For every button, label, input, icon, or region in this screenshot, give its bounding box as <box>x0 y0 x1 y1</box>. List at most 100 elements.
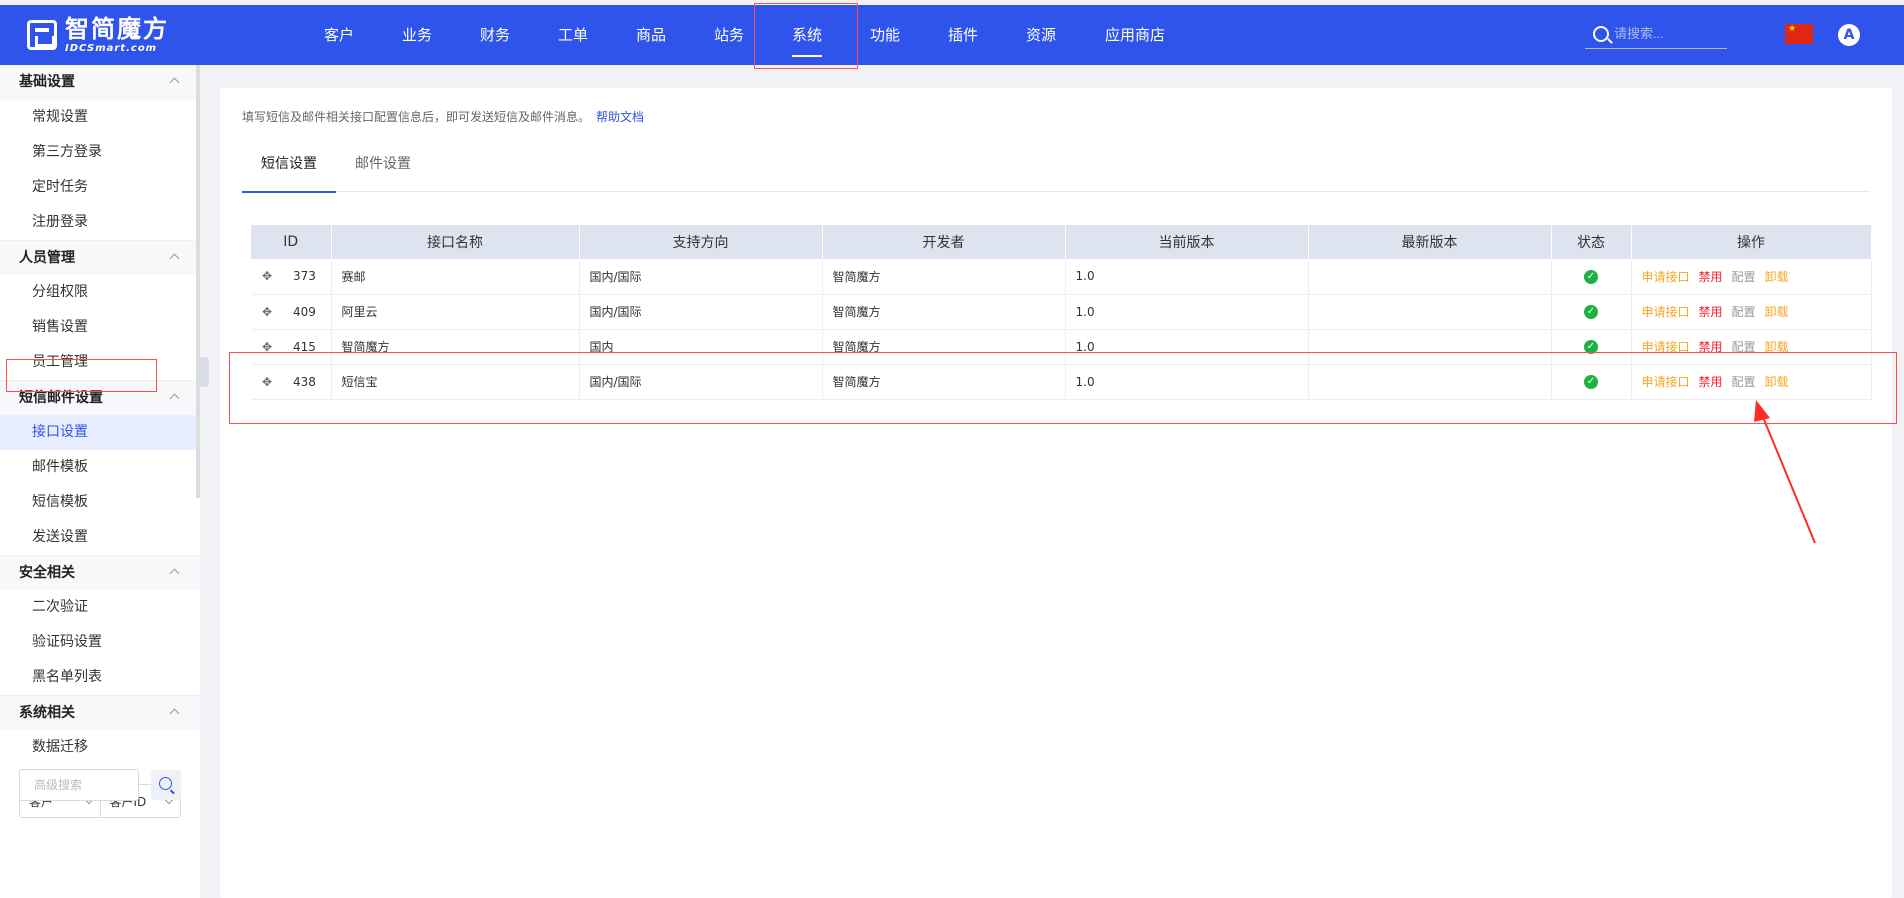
sidebar-item[interactable]: 接口设置 <box>0 415 200 450</box>
logo[interactable]: 智简魔方 IDCSmart.com <box>27 17 169 53</box>
sidebar-item[interactable]: 黑名单列表 <box>0 660 200 695</box>
config-link[interactable]: 配置 <box>1732 270 1756 284</box>
chevron-up-icon <box>169 708 180 719</box>
sidebar-group-label: 短信邮件设置 <box>19 390 103 406</box>
uninstall-link[interactable]: 卸载 <box>1765 270 1789 284</box>
chevron-up-icon <box>169 393 180 404</box>
sidebar-item[interactable]: 定时任务 <box>0 170 200 205</box>
sidebar-item[interactable]: 短信模板 <box>0 485 200 520</box>
nav-item[interactable]: 商品 <box>612 5 690 65</box>
check-circle-icon: ✓ <box>1584 374 1598 389</box>
sidebar-group-label: 安全相关 <box>19 565 75 581</box>
help-doc-link[interactable]: 帮助文档 <box>596 110 644 124</box>
advanced-search-input[interactable] <box>19 769 139 801</box>
sidebar-item[interactable]: 邮件模板 <box>0 450 200 485</box>
nav-item[interactable]: 站务 <box>690 5 768 65</box>
apply-interface-link[interactable]: 申请接口 <box>1642 270 1690 284</box>
disable-link[interactable]: 禁用 <box>1699 340 1723 354</box>
sidebar-item[interactable]: 验证码设置 <box>0 625 200 660</box>
column-header: 操作 <box>1631 225 1872 259</box>
uninstall-link[interactable]: 卸载 <box>1765 305 1789 319</box>
table-row: ✥ 409 阿里云 国内/国际 智简魔方 1.0 ✓ 申请接口 禁用 配置 卸载 <box>251 294 1872 330</box>
sidebar-item[interactable]: 常规设置 <box>0 100 200 135</box>
nav-item[interactable]: 财务 <box>456 5 534 65</box>
cell-latest-version <box>1308 329 1552 365</box>
sidebar-group-title[interactable]: 短信邮件设置 <box>0 380 200 415</box>
sidebar-group-label: 基础设置 <box>19 74 75 90</box>
search-icon <box>1593 25 1609 42</box>
tab[interactable]: 短信设置 <box>242 136 336 193</box>
cell-direction: 国内/国际 <box>579 294 823 330</box>
cell-name: 阿里云 <box>331 294 580 330</box>
sidebar-collapse-handle[interactable] <box>200 357 209 387</box>
cell-version: 1.0 <box>1065 259 1309 295</box>
nav-item[interactable]: 资源 <box>1002 5 1080 65</box>
drag-handle-icon[interactable]: ✥ <box>261 375 273 389</box>
sidebar-item[interactable]: 员工管理 <box>0 345 200 380</box>
apply-interface-link[interactable]: 申请接口 <box>1642 340 1690 354</box>
table-row: ✥ 373 赛邮 国内/国际 智简魔方 1.0 ✓ 申请接口 禁用 配置 卸载 <box>251 259 1872 295</box>
disable-link[interactable]: 禁用 <box>1699 305 1723 319</box>
config-link[interactable]: 配置 <box>1732 305 1756 319</box>
global-search[interactable] <box>1585 19 1727 49</box>
sidebar-group-title[interactable]: 系统相关 <box>0 695 200 730</box>
column-header: 当前版本 <box>1065 225 1309 259</box>
uninstall-link[interactable]: 卸载 <box>1765 340 1789 354</box>
logo-subtext: IDCSmart.com <box>65 42 158 54</box>
drag-handle-icon[interactable]: ✥ <box>261 269 273 283</box>
sidebar-item[interactable]: 发送设置 <box>0 520 200 555</box>
sidebar-item[interactable]: 第三方登录 <box>0 135 200 170</box>
main-content: 填写短信及邮件相关接口配置信息后，即可发送短信及邮件消息。 帮助文档 短信设置 邮件… <box>220 88 1892 898</box>
sidebar-item[interactable]: 销售设置 <box>0 310 200 345</box>
chevron-up-icon <box>169 253 180 264</box>
main-nav: 客户 业务 财务 工单 商品 站务 系统 功能 插件 资源 应用商店 <box>300 5 1190 65</box>
apply-interface-link[interactable]: 申请接口 <box>1642 375 1690 389</box>
nav-item[interactable]: 插件 <box>924 5 1002 65</box>
uninstall-link[interactable]: 卸载 <box>1765 375 1789 389</box>
cell-id: 409 <box>293 304 316 319</box>
disable-link[interactable]: 禁用 <box>1699 375 1723 389</box>
column-header: 开发者 <box>822 225 1066 259</box>
sidebar-item[interactable]: 分组权限 <box>0 275 200 310</box>
sidebar-scrollbar[interactable] <box>196 65 200 498</box>
sidebar-item[interactable]: 数据迁移 <box>0 730 200 765</box>
nav-item[interactable]: 业务 <box>378 5 456 65</box>
nav-item[interactable]: 功能 <box>846 5 924 65</box>
disable-link[interactable]: 禁用 <box>1699 270 1723 284</box>
sidebar-group-title[interactable]: 安全相关 <box>0 555 200 590</box>
cell-status: ✓ <box>1551 364 1632 400</box>
avatar[interactable]: A <box>1838 24 1860 46</box>
nav-item[interactable]: 工单 <box>534 5 612 65</box>
logo-text: 智简魔方 <box>65 14 169 43</box>
nav-item[interactable]: 客户 <box>300 5 378 65</box>
cell-direction: 国内/国际 <box>579 259 823 295</box>
cell-id: 438 <box>293 374 316 389</box>
check-circle-icon: ✓ <box>1584 304 1598 319</box>
sidebar-item[interactable]: 注册登录 <box>0 205 200 240</box>
search-input[interactable] <box>1614 26 1724 41</box>
table-row: ✥ 415 智简魔方 国内 智简魔方 1.0 ✓ 申请接口 禁用 配置 卸载 <box>251 329 1872 365</box>
column-header: ID <box>251 225 332 259</box>
advanced-search-button[interactable] <box>151 770 181 800</box>
tab[interactable]: 邮件设置 <box>336 136 430 192</box>
cell-developer: 智简魔方 <box>822 364 1066 400</box>
column-header: 最新版本 <box>1308 225 1552 259</box>
config-link[interactable]: 配置 <box>1732 375 1756 389</box>
nav-item[interactable]: 系统 <box>768 5 846 65</box>
nav-item[interactable]: 应用商店 <box>1080 5 1190 65</box>
cell-version: 1.0 <box>1065 294 1309 330</box>
cell-version: 1.0 <box>1065 364 1309 400</box>
cell-actions: 申请接口 禁用 配置 卸载 <box>1631 329 1872 365</box>
cell-actions: 申请接口 禁用 配置 卸载 <box>1631 364 1872 400</box>
drag-handle-icon[interactable]: ✥ <box>261 305 273 319</box>
sidebar-group-title[interactable]: 基础设置 <box>0 65 200 100</box>
table-header: ID 接口名称 支持方向 开发者 当前版本 最新版本 状态 操作 <box>251 225 1872 259</box>
apply-interface-link[interactable]: 申请接口 <box>1642 305 1690 319</box>
sidebar-item[interactable]: 二次验证 <box>0 590 200 625</box>
cell-developer: 智简魔方 <box>822 329 1066 365</box>
drag-handle-icon[interactable]: ✥ <box>261 340 273 354</box>
sidebar-group-label: 人员管理 <box>19 250 75 266</box>
language-flag-icon[interactable]: ★ <box>1785 24 1813 44</box>
sidebar-group-title[interactable]: 人员管理 <box>0 240 200 275</box>
config-link[interactable]: 配置 <box>1732 340 1756 354</box>
